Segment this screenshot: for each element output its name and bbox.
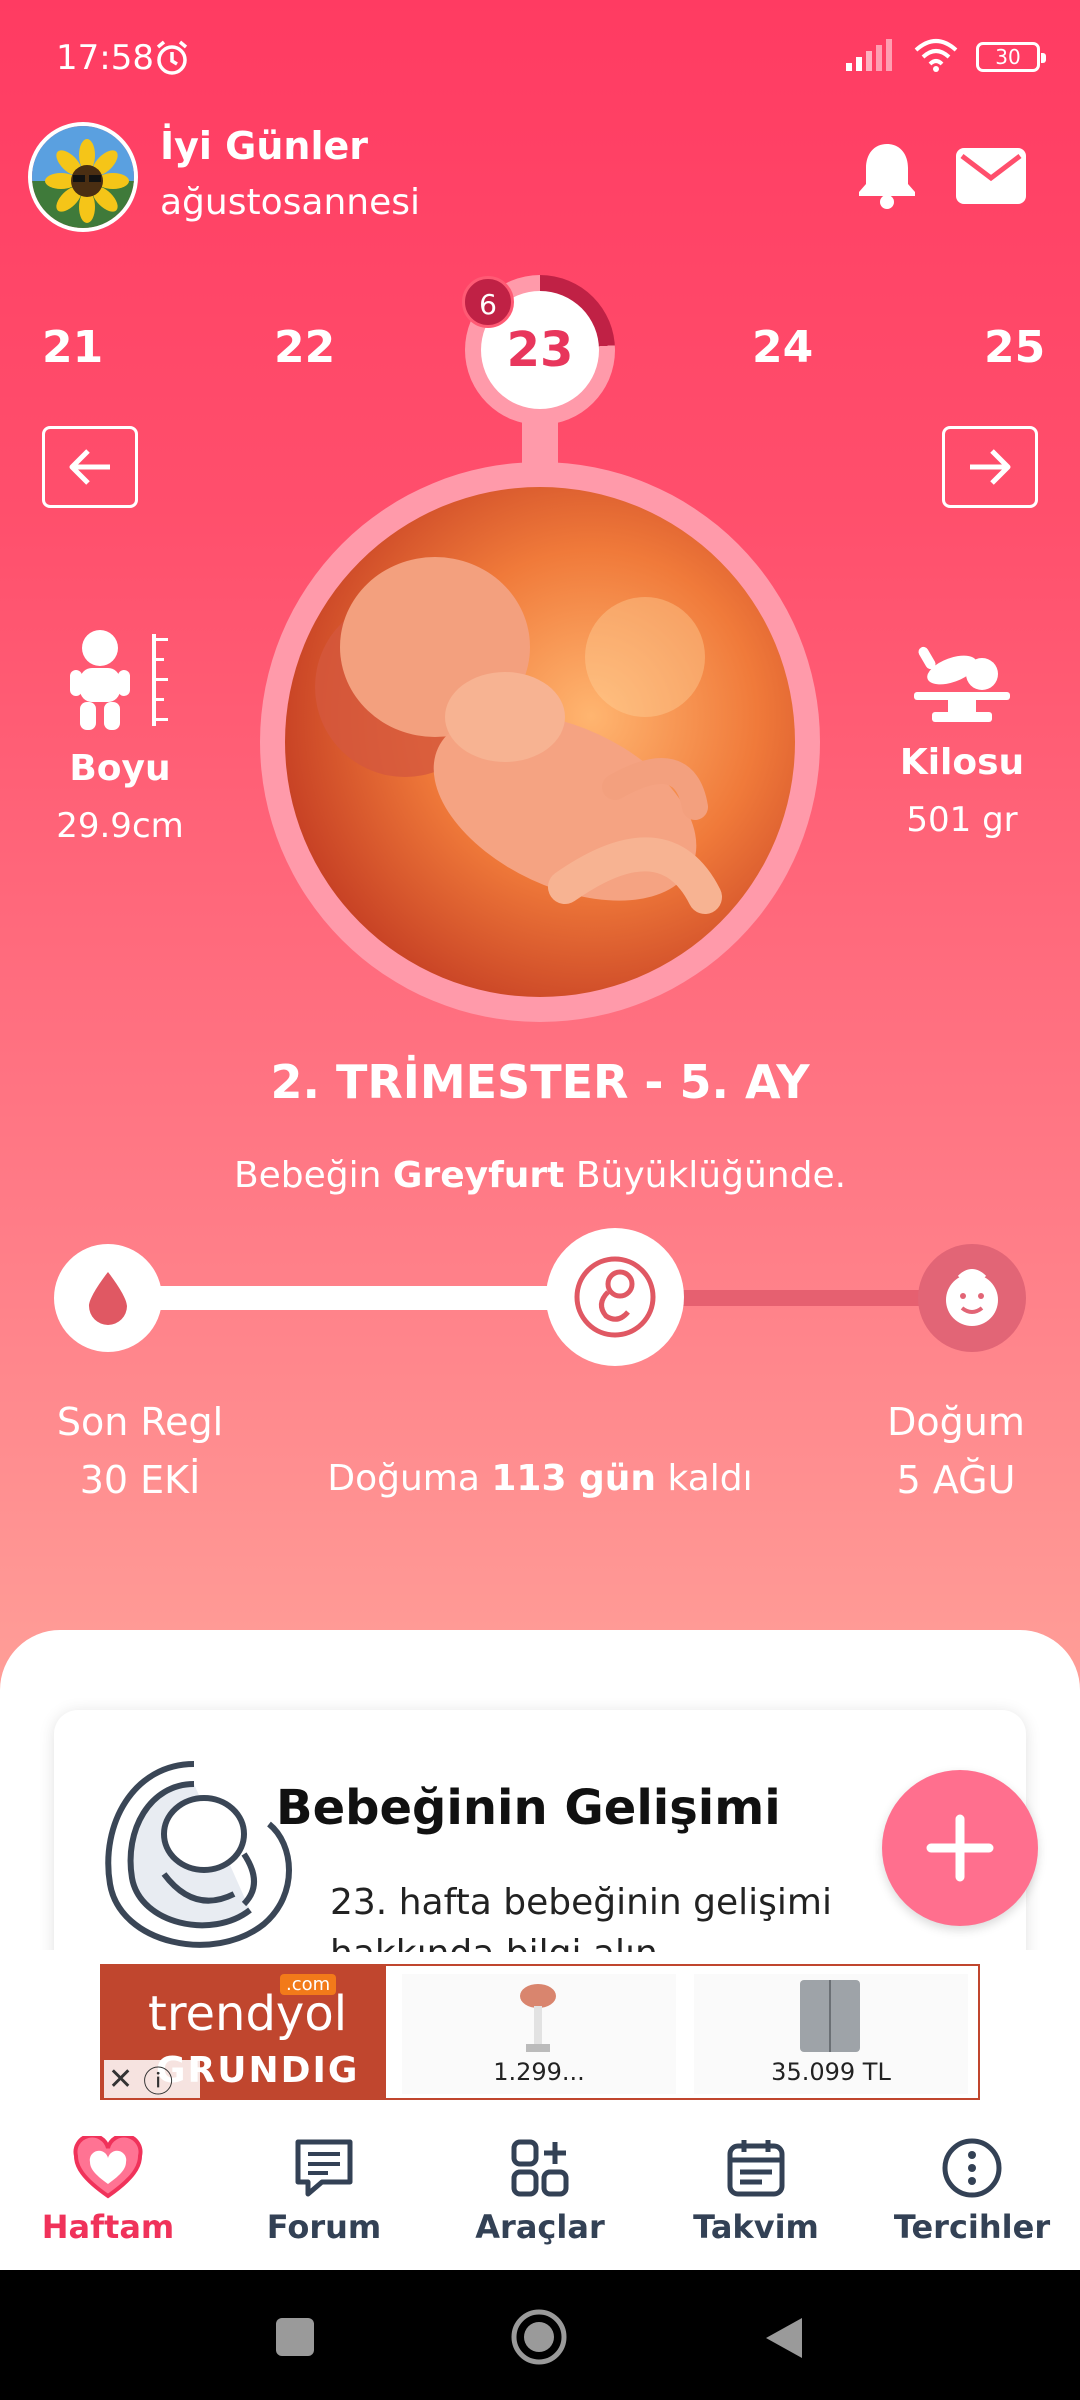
- card-title: Bebeğinin Gelişimi: [276, 1780, 781, 1836]
- week-25[interactable]: 25: [984, 322, 1045, 373]
- baby-face-icon: [946, 1269, 998, 1326]
- nav-forum[interactable]: Forum: [234, 2136, 414, 2246]
- status-time: 17:58: [56, 38, 154, 78]
- back-triangle-icon: [766, 2318, 802, 2358]
- height-label: Boyu: [69, 748, 171, 789]
- close-icon[interactable]: ✕: [108, 2062, 133, 2097]
- nav-takvim[interactable]: Takvim: [666, 2136, 846, 2246]
- ad-price-2: 35.099 TL: [771, 2058, 891, 2086]
- fetus-frame[interactable]: [260, 462, 820, 1022]
- nav-haftam[interactable]: Haftam: [18, 2133, 198, 2246]
- current-progress-node[interactable]: [546, 1228, 684, 1366]
- period-date: 30 EKİ: [79, 1458, 201, 1502]
- birth-node: [918, 1244, 1026, 1352]
- fridge-product-icon: [800, 1980, 860, 2052]
- home-button[interactable]: [510, 2308, 568, 2370]
- card-description-cut: hakkında bilgi alın: [330, 1936, 890, 1952]
- status-bar: 17:58 30: [0, 0, 1080, 95]
- week-24[interactable]: 24: [752, 322, 813, 373]
- ad-price-1: 1.299...: [493, 2058, 585, 2086]
- add-button[interactable]: [882, 1770, 1038, 1926]
- plus-icon: [926, 1814, 994, 1882]
- prev-week-button[interactable]: [42, 426, 138, 508]
- square-icon: [276, 2318, 314, 2356]
- period-label: Son Regl: [56, 1400, 224, 1444]
- ad-banner[interactable]: trendyol .com GRUNDIG ✕ ⓘ 1.299... 35.09…: [100, 1964, 980, 2100]
- height-value: 29.9cm: [56, 806, 184, 846]
- drop-icon: [89, 1272, 127, 1325]
- calendar-icon: [727, 2140, 785, 2197]
- apps-icon: [511, 2139, 569, 2197]
- alarm-icon: [152, 38, 192, 82]
- bell-icon[interactable]: [856, 140, 918, 214]
- arrow-left-icon: [69, 449, 110, 485]
- heart-icon: [73, 2133, 143, 2199]
- steamer-product-icon: [520, 1984, 556, 2052]
- fruit-name: Greyfurt: [392, 1155, 565, 1196]
- system-nav-bar: [0, 2270, 1080, 2400]
- bottom-nav: Haftam Forum Araçlar Takvim Tercihler: [0, 2114, 1080, 2270]
- home-circle-icon: [511, 2309, 567, 2365]
- weight-label: Kilosu: [899, 742, 1025, 783]
- weight-value: 501 gr: [906, 800, 1018, 840]
- trimester-title: 2. TRİMESTER - 5. AY: [270, 1055, 810, 1109]
- chat-icon: [295, 2139, 353, 2197]
- battery-icon: 30: [976, 42, 1046, 72]
- baby-scale-icon: [912, 638, 1012, 728]
- arrow-right-icon: [970, 449, 1011, 485]
- greeting: İyi Günler: [160, 124, 368, 168]
- week-badge: 6: [462, 276, 514, 328]
- baby-height-icon: [66, 628, 176, 738]
- birth-date: 5 AĞU: [896, 1458, 1016, 1502]
- next-week-button[interactable]: [942, 426, 1038, 508]
- fetus-image: [285, 487, 795, 997]
- signal-icon: [844, 39, 896, 75]
- ad-close[interactable]: ✕ ⓘ: [104, 2060, 200, 2098]
- period-node: [54, 1244, 162, 1352]
- more-icon: [942, 2138, 1002, 2198]
- nav-tercihler[interactable]: Tercihler: [882, 2136, 1062, 2246]
- wifi-icon: [914, 38, 958, 76]
- week-21[interactable]: 21: [42, 322, 103, 373]
- fetus-icon: [574, 1256, 656, 1338]
- avatar[interactable]: [28, 122, 138, 232]
- username: ağustosannesi: [160, 182, 420, 223]
- recent-apps-button[interactable]: [274, 2316, 316, 2362]
- ad-product-1[interactable]: 1.299...: [402, 1974, 676, 2094]
- ad-product-2[interactable]: 35.099 TL: [694, 1974, 968, 2094]
- week-22[interactable]: 22: [274, 322, 335, 373]
- mail-icon[interactable]: [956, 148, 1026, 208]
- card-description: 23. hafta bebeğinin gelişimi: [330, 1882, 832, 1923]
- nav-araclar[interactable]: Araçlar: [450, 2136, 630, 2246]
- info-icon[interactable]: ⓘ: [143, 2057, 173, 2098]
- size-comparison: Bebeğin Greyfurt Büyüklüğünde.: [233, 1155, 847, 1196]
- birth-label: Doğum: [887, 1400, 1025, 1444]
- back-button[interactable]: [762, 2314, 806, 2366]
- week-connector: [522, 418, 558, 468]
- days-remaining: Doğuma 113 gün kaldı: [327, 1458, 753, 1499]
